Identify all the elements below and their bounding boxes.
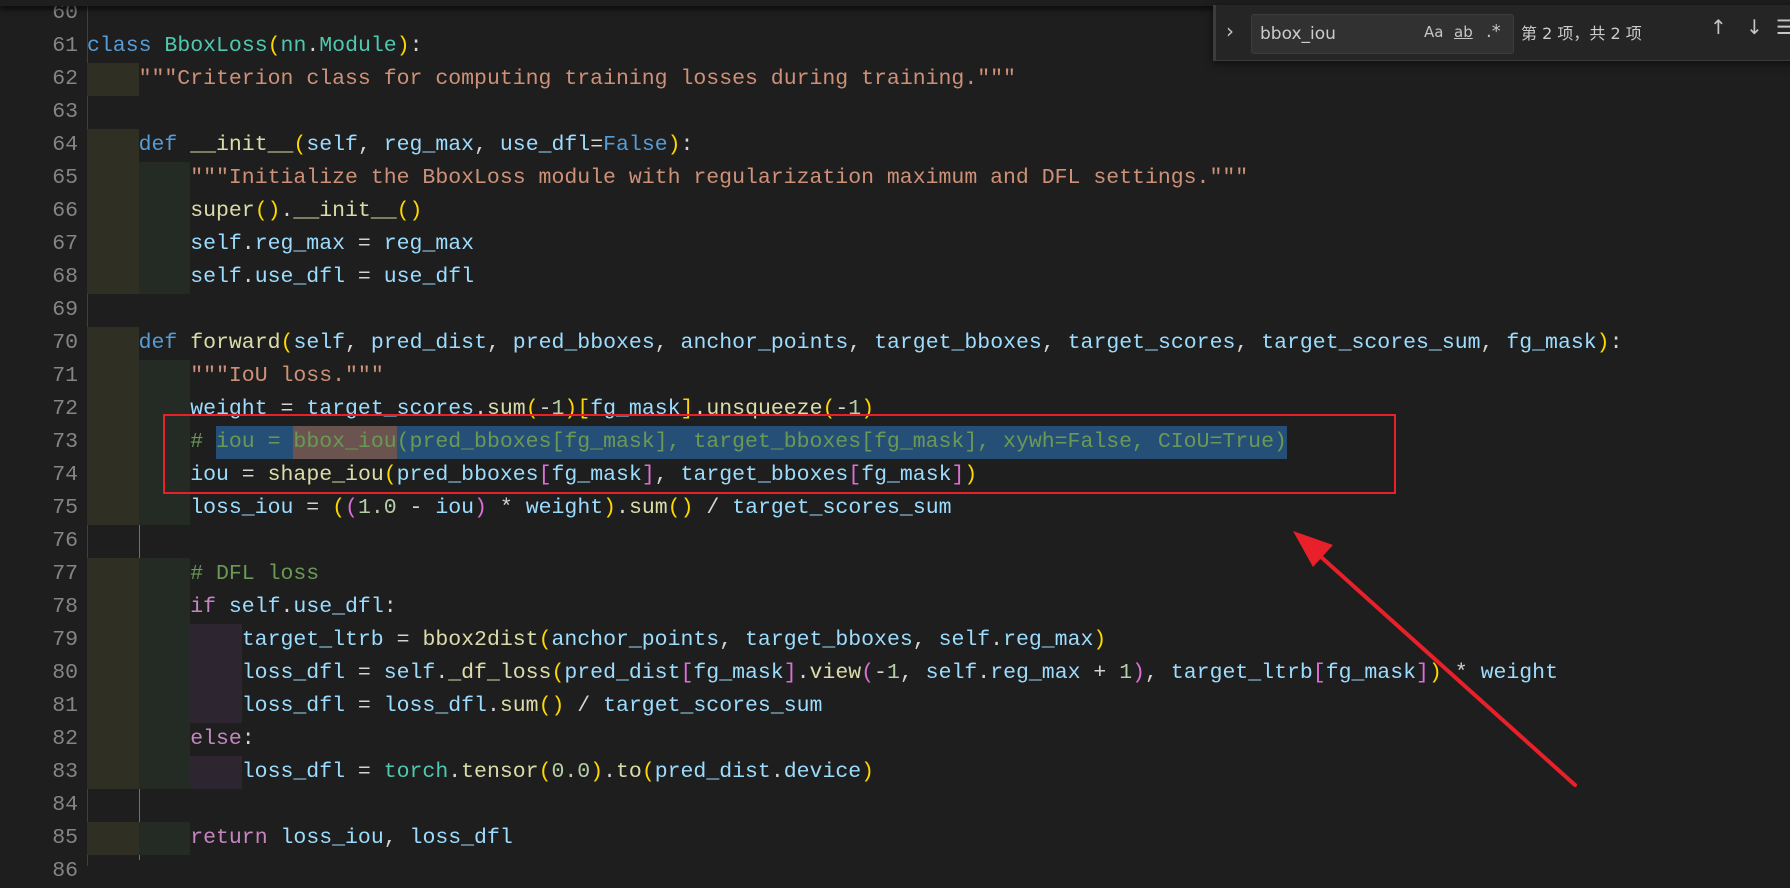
- menu-icon[interactable]: ☰: [1776, 15, 1790, 39]
- match-case-button[interactable]: Aa: [1424, 23, 1443, 41]
- arrow-up-icon[interactable]: ↑: [1710, 15, 1727, 39]
- whole-word-button[interactable]: ab: [1454, 23, 1473, 41]
- find-input[interactable]: bbox_iou Aa ab .*: [1251, 14, 1514, 54]
- arrow-down-icon[interactable]: ↓: [1746, 15, 1763, 39]
- find-query[interactable]: bbox_iou: [1260, 24, 1336, 44]
- annotation-arrow: [1293, 531, 1577, 787]
- find-result-count: 第 2 项，共 2 项: [1521, 24, 1642, 43]
- arrow-shaft: [1308, 545, 1577, 787]
- find-widget: › bbox_iou Aa ab .* 第 2 项，共 2 项 ↑ ↓ ☰: [1213, 5, 1790, 61]
- regex-button[interactable]: .*: [1486, 21, 1501, 42]
- chevron-right-icon[interactable]: ›: [1226, 19, 1234, 43]
